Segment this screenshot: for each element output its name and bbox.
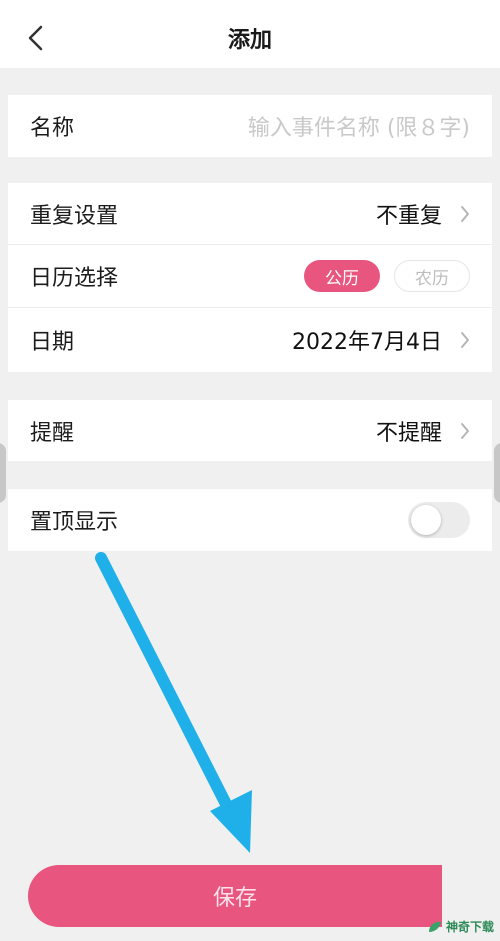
annotation-arrow-icon bbox=[95, 552, 252, 853]
save-button[interactable]: 保存 bbox=[28, 865, 442, 927]
leaf-logo-icon bbox=[428, 921, 441, 932]
watermark: 神奇下载 bbox=[427, 918, 494, 935]
watermark-text: 神奇下载 bbox=[445, 920, 494, 934]
